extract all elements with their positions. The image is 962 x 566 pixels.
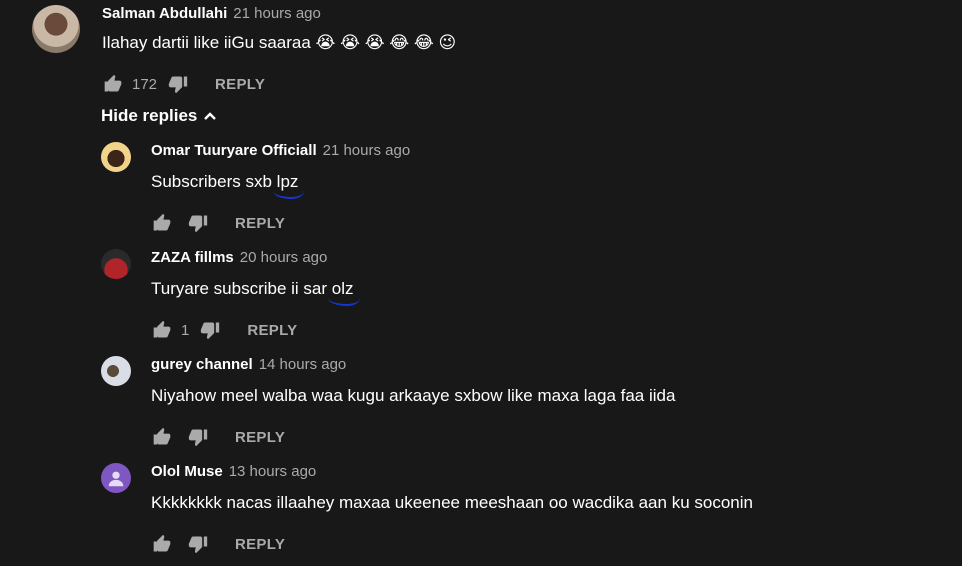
like-count: 1 <box>181 321 190 339</box>
person-icon <box>108 471 124 487</box>
reply-time[interactable]: 13 hours ago <box>229 463 317 480</box>
like-icon[interactable] <box>151 319 173 341</box>
reply: Omar Tuuryare Officiall 21 hours ago Sub… <box>101 142 410 236</box>
like-count: 172 <box>132 75 158 93</box>
like-icon[interactable] <box>151 212 173 234</box>
avatar[interactable] <box>101 249 131 279</box>
comment-actions: 172 REPLY <box>102 71 456 97</box>
reply-button[interactable]: REPLY <box>235 429 285 446</box>
reply-time[interactable]: 20 hours ago <box>240 249 328 266</box>
reply-author[interactable]: gurey channel <box>151 356 253 373</box>
reply-text: Niyahow meel walba waa kugu arkaaye sxbo… <box>151 386 676 405</box>
reply-header: gurey channel 14 hours ago <box>151 356 675 376</box>
avatar[interactable] <box>32 5 80 53</box>
chevron-up-icon <box>204 112 217 120</box>
reply-actions: REPLY <box>151 424 675 450</box>
reply-author[interactable]: Omar Tuuryare Officiall <box>151 142 317 159</box>
reply-actions: REPLY <box>151 531 753 557</box>
dislike-icon[interactable] <box>167 73 189 95</box>
hide-replies-label: Hide replies <box>101 106 198 125</box>
reply-text-underlined: olz <box>327 279 360 306</box>
like-icon[interactable] <box>151 426 173 448</box>
comment-text: Ilahay dartii like iiGu saaraa 😭 😭 😭 😂 😂… <box>102 33 457 52</box>
reply-text-underlined: lpz <box>272 172 305 199</box>
reply-time[interactable]: 14 hours ago <box>259 356 347 373</box>
reply-text: Turyare subscribe ii sar olz <box>151 279 360 306</box>
hide-replies-button[interactable]: Hide replies <box>101 106 217 126</box>
reply-header: Olol Muse 13 hours ago <box>151 463 753 483</box>
dislike-icon[interactable] <box>187 212 209 234</box>
like-icon[interactable] <box>102 73 124 95</box>
reply: Olol Muse 13 hours ago Kkkkkkkk nacas il… <box>101 463 753 557</box>
reply-author[interactable]: ZAZA fillms <box>151 249 234 266</box>
reply-text: Kkkkkkkk nacas illaahey maxaa ukeenee me… <box>151 493 753 512</box>
reply-text-prefix: Subscribers sxb <box>151 172 277 191</box>
avatar[interactable] <box>101 356 131 386</box>
reply-actions: REPLY <box>151 210 410 236</box>
reply: ZAZA fillms 20 hours ago Turyare subscri… <box>101 249 360 343</box>
avatar[interactable] <box>101 142 131 172</box>
reply-button[interactable]: REPLY <box>235 215 285 232</box>
reply-text-prefix: Turyare subscribe ii sar <box>151 279 332 298</box>
reply-time[interactable]: 21 hours ago <box>323 142 411 159</box>
reply: gurey channel 14 hours ago Niyahow meel … <box>101 356 675 450</box>
dislike-icon[interactable] <box>187 533 209 555</box>
comment-header: Salman Abdullahi 21 hours ago <box>102 5 456 25</box>
reply-author[interactable]: Olol Muse <box>151 463 223 480</box>
reply-header: Omar Tuuryare Officiall 21 hours ago <box>151 142 410 162</box>
reply-button[interactable]: REPLY <box>235 536 285 553</box>
reply-text: Subscribers sxb lpz <box>151 172 410 199</box>
reply-button[interactable]: REPLY <box>215 76 265 93</box>
dislike-icon[interactable] <box>199 319 221 341</box>
comment-author[interactable]: Salman Abdullahi <box>102 5 227 22</box>
comment-thread: Salman Abdullahi 21 hours ago Ilahay dar… <box>32 5 456 97</box>
like-icon[interactable] <box>151 533 173 555</box>
reply-header: ZAZA fillms 20 hours ago <box>151 249 354 269</box>
avatar[interactable] <box>101 463 131 493</box>
reply-button[interactable]: REPLY <box>247 322 297 339</box>
dislike-icon[interactable] <box>187 426 209 448</box>
comment-time[interactable]: 21 hours ago <box>233 5 321 22</box>
reply-actions: 1 REPLY <box>151 317 354 343</box>
